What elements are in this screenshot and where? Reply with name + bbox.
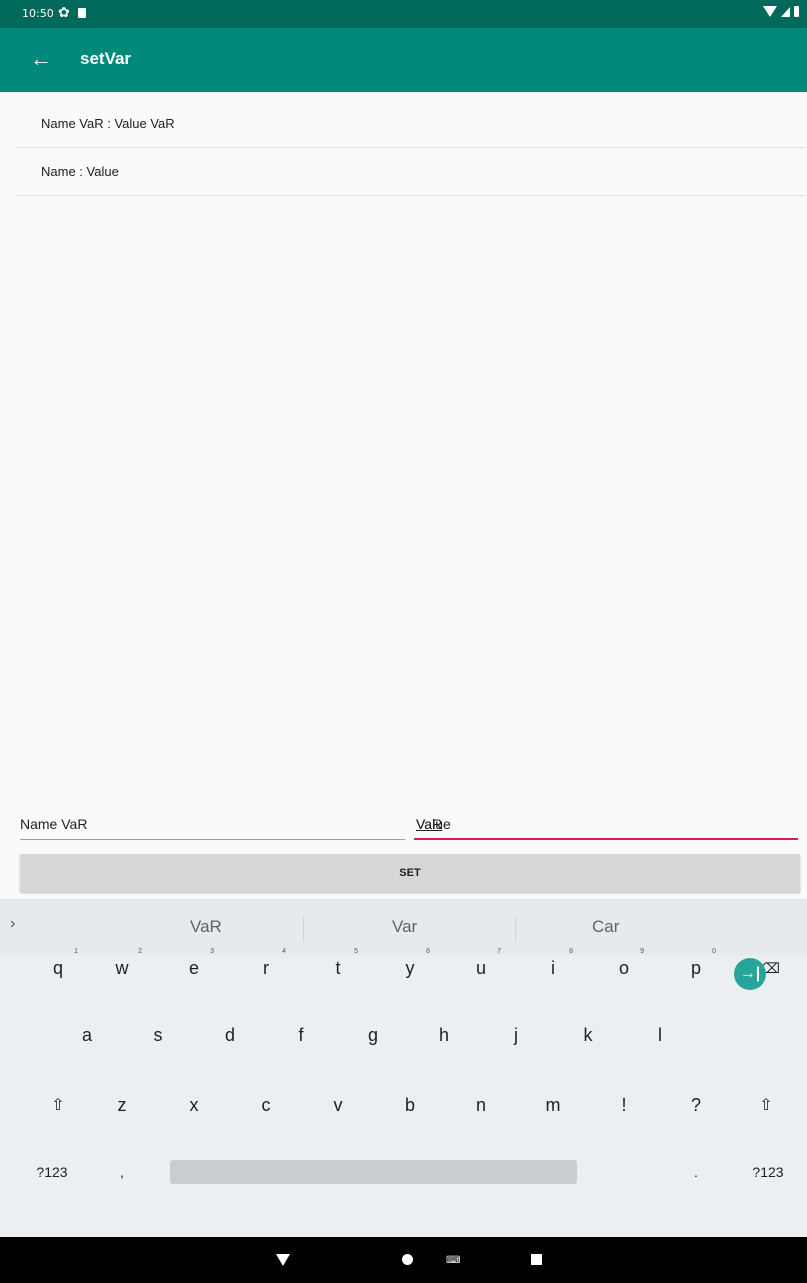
suggestion-2[interactable]: Var bbox=[392, 917, 417, 937]
key-t-label: t bbox=[335, 957, 341, 978]
key-u-hint: 7 bbox=[497, 948, 501, 955]
home-circle-icon[interactable] bbox=[402, 1254, 413, 1265]
suggestion-bar: › VaR Var Car bbox=[0, 899, 807, 955]
key-a[interactable]: a bbox=[69, 1015, 105, 1055]
value-field-composing-word: VaR bbox=[416, 816, 443, 832]
key-y[interactable]: y6 bbox=[392, 948, 431, 988]
key-y-hint: 6 bbox=[426, 948, 430, 955]
key-u-label: u bbox=[475, 957, 486, 978]
key-i-hint: 8 bbox=[569, 948, 573, 955]
key-w-label: w bbox=[115, 957, 129, 978]
key-r[interactable]: r4 bbox=[248, 948, 286, 988]
list-item[interactable]: Name VaR : Value VaR bbox=[16, 100, 805, 148]
key-q-label: q bbox=[52, 957, 63, 978]
key-y-label: y bbox=[405, 957, 415, 978]
name-field[interactable]: Name VaR bbox=[20, 812, 405, 840]
key-q[interactable]: q1 bbox=[40, 948, 78, 988]
key-e-hint: 3 bbox=[210, 948, 214, 955]
symbols-key-left[interactable]: ?123 bbox=[28, 1152, 76, 1192]
page-title: setVar bbox=[80, 49, 132, 68]
chevron-right-icon[interactable]: › bbox=[10, 915, 15, 933]
suggestion-divider bbox=[515, 916, 516, 942]
key-i-label: i bbox=[551, 957, 555, 978]
key-b[interactable]: b bbox=[392, 1085, 428, 1125]
symbols-key-right[interactable]: ?123 bbox=[744, 1152, 792, 1192]
recents-square-icon[interactable] bbox=[531, 1254, 542, 1265]
key-f[interactable]: f bbox=[283, 1015, 319, 1055]
key-w[interactable]: w2 bbox=[104, 948, 143, 988]
wifi-icon bbox=[763, 6, 777, 17]
list-item[interactable]: Name : Value bbox=[16, 148, 805, 196]
key-r-label: r bbox=[263, 957, 269, 978]
key-g[interactable]: g bbox=[355, 1015, 391, 1055]
gear-icon: ✿ bbox=[58, 4, 70, 20]
key-w-hint: 2 bbox=[138, 948, 142, 955]
key-i[interactable]: i8 bbox=[535, 948, 573, 988]
key-c[interactable]: c bbox=[248, 1085, 284, 1125]
value-field[interactable]: Value VaR bbox=[414, 812, 798, 840]
key-t-hint: 5 bbox=[354, 948, 358, 955]
key-period[interactable]: . bbox=[678, 1152, 714, 1192]
suggestion-divider bbox=[303, 916, 304, 942]
key-s[interactable]: s bbox=[140, 1015, 176, 1055]
key-p[interactable]: p0 bbox=[678, 948, 716, 988]
key-e-label: e bbox=[188, 957, 199, 978]
cell-signal-icon bbox=[781, 6, 790, 17]
back-triangle-icon[interactable] bbox=[276, 1254, 290, 1266]
key-question[interactable]: ? bbox=[678, 1085, 714, 1125]
key-l[interactable]: l bbox=[642, 1015, 678, 1055]
key-n[interactable]: n bbox=[463, 1085, 499, 1125]
battery-icon bbox=[794, 6, 799, 17]
key-m[interactable]: m bbox=[535, 1085, 571, 1125]
key-comma[interactable]: , bbox=[104, 1152, 140, 1192]
key-d[interactable]: d bbox=[212, 1015, 248, 1055]
key-o[interactable]: o9 bbox=[606, 948, 644, 988]
status-right-icons bbox=[763, 6, 799, 17]
variable-list: Name VaR : Value VaR Name : Value bbox=[16, 100, 805, 196]
next-arrow-icon[interactable]: →| bbox=[734, 958, 766, 990]
key-k[interactable]: k bbox=[570, 1015, 606, 1055]
app-bar: ← setVar bbox=[0, 28, 807, 92]
key-u[interactable]: u7 bbox=[463, 948, 501, 988]
shift-right-icon[interactable]: ⇧ bbox=[748, 1085, 784, 1125]
set-button[interactable]: SET bbox=[20, 854, 800, 892]
key-exclamation[interactable]: ! bbox=[606, 1085, 642, 1125]
sd-card-icon bbox=[78, 8, 86, 18]
key-r-hint: 4 bbox=[282, 948, 286, 955]
spacebar[interactable] bbox=[170, 1160, 577, 1184]
key-v[interactable]: v bbox=[320, 1085, 356, 1125]
key-j[interactable]: j bbox=[498, 1015, 534, 1055]
name-field-text: Name VaR bbox=[20, 816, 88, 832]
suggestion-3[interactable]: Car bbox=[592, 917, 619, 937]
key-q-hint: 1 bbox=[74, 948, 78, 955]
shift-left-icon[interactable]: ⇧ bbox=[40, 1085, 76, 1125]
status-time: 10:50 bbox=[22, 7, 54, 20]
key-t[interactable]: t5 bbox=[320, 948, 358, 988]
key-p-label: p bbox=[690, 957, 701, 978]
keyboard-icon[interactable]: ⌨ bbox=[446, 1255, 460, 1266]
key-o-label: o bbox=[618, 957, 629, 978]
key-e[interactable]: e3 bbox=[176, 948, 214, 988]
key-h[interactable]: h bbox=[426, 1015, 462, 1055]
navigation-bar: ⌨ bbox=[0, 1237, 807, 1283]
key-o-hint: 9 bbox=[640, 948, 644, 955]
key-p-hint: 0 bbox=[712, 948, 716, 955]
suggestion-1[interactable]: VaR bbox=[190, 917, 222, 937]
status-bar: 10:50 ✿ bbox=[0, 0, 807, 28]
key-z[interactable]: z bbox=[104, 1085, 140, 1125]
key-x[interactable]: x bbox=[176, 1085, 212, 1125]
arrow-back-icon[interactable]: ← bbox=[30, 44, 52, 74]
